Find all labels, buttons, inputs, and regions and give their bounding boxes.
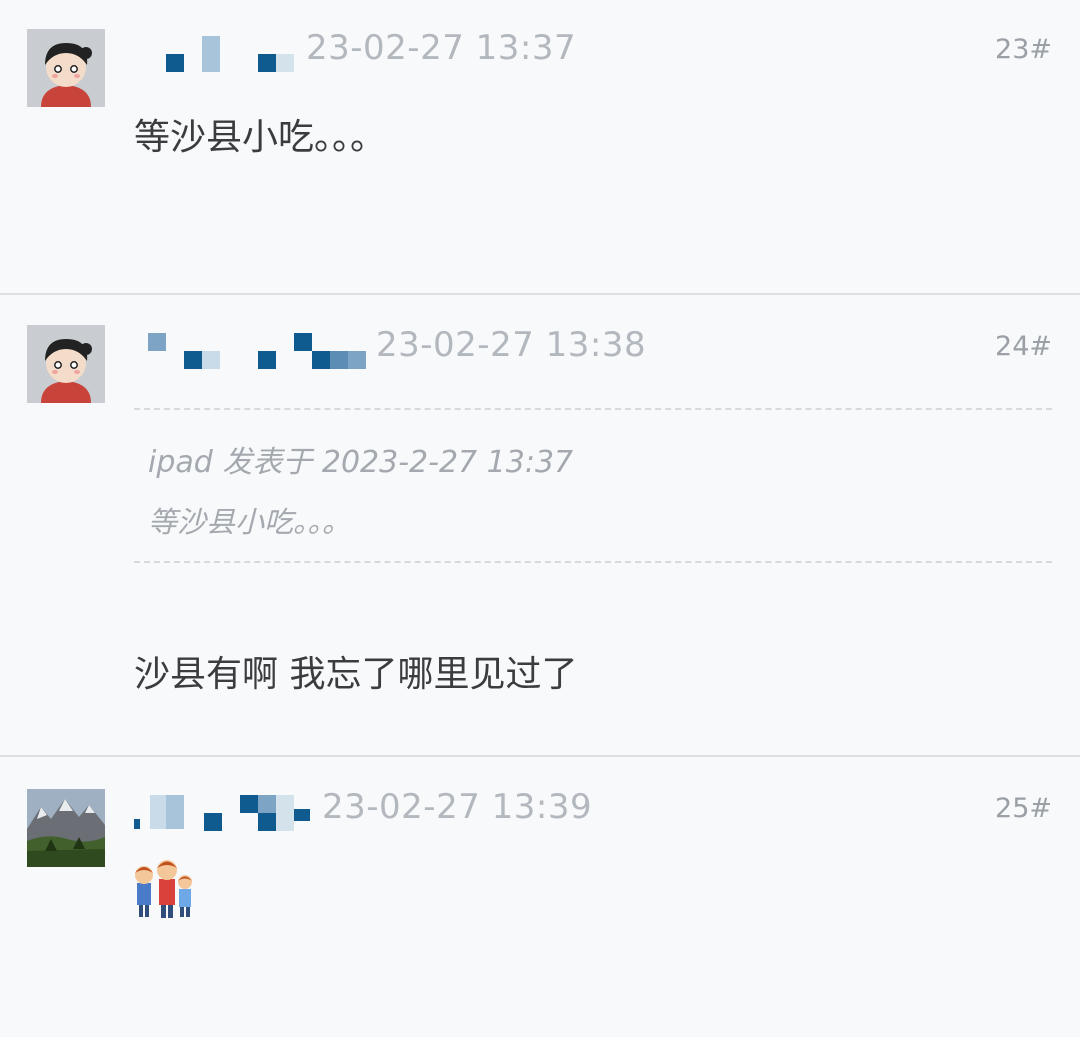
username-pixelated[interactable] (134, 30, 304, 78)
floor-number[interactable]: 24# (995, 331, 1052, 362)
post-timestamp: 23-02-27 13:38 (376, 325, 647, 365)
quote-border-bottom (134, 561, 1052, 563)
user-avatar[interactable] (27, 325, 105, 403)
mountain-landscape-avatar-icon (27, 789, 105, 867)
girl-avatar-icon (27, 29, 105, 107)
post-timestamp: 23-02-27 13:39 (322, 787, 593, 827)
post-content: 等沙县小吃。。。 (134, 117, 387, 158)
user-avatar[interactable] (27, 789, 105, 867)
post-25: 23-02-27 13:39 25# (0, 757, 1080, 1037)
floor-number[interactable]: 23# (995, 34, 1052, 65)
post-content: 沙县有啊 我忘了哪里见过了 (134, 654, 578, 695)
post-timestamp: 23-02-27 13:37 (306, 28, 577, 68)
username-pixelated[interactable] (134, 787, 314, 835)
post-24: 23-02-27 13:38 24# ipad 发表于 2023-2-27 13… (0, 295, 1080, 755)
group-of-people-emoji-icon (133, 857, 195, 919)
girl-avatar-icon (27, 325, 105, 403)
quote-border-top (134, 408, 1052, 410)
quote-text: 等沙县小吃。。。 (148, 505, 352, 539)
floor-number[interactable]: 25# (995, 793, 1052, 824)
username-pixelated[interactable] (134, 325, 374, 373)
user-avatar[interactable] (27, 29, 105, 107)
post-23: 23-02-27 13:37 23# 等沙县小吃。。。 (0, 0, 1080, 293)
quote-author-line: ipad 发表于 2023-2-27 13:37 (148, 445, 574, 480)
